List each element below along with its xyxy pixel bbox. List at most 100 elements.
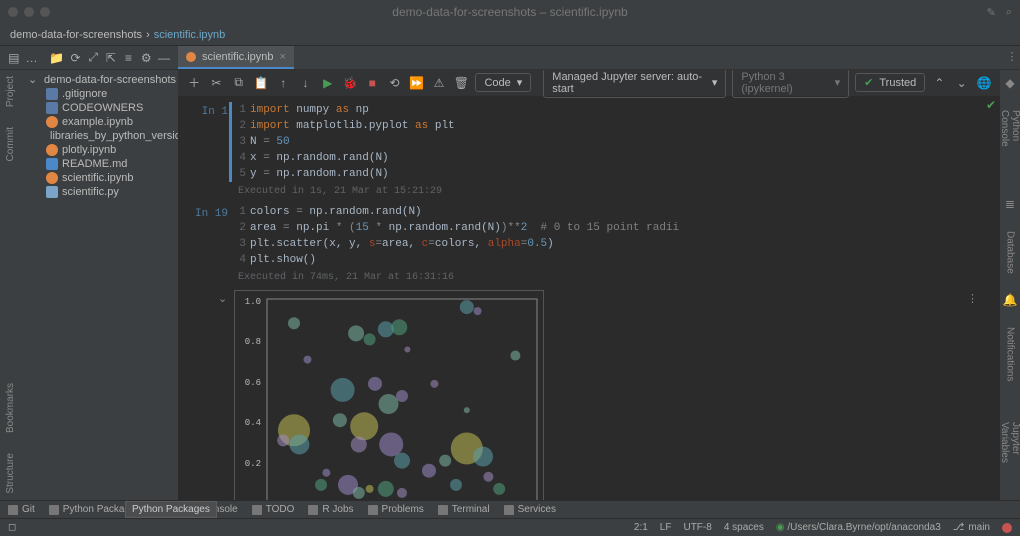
run-all-icon[interactable]: ⏩ — [409, 74, 425, 92]
collapse-output-icon[interactable]: ⌄ — [218, 292, 227, 308]
tool-project[interactable]: Project — [5, 76, 16, 107]
browser-icon[interactable]: 🌐 — [976, 74, 992, 92]
search-icon[interactable]: ⌕ — [1006, 6, 1012, 19]
tab-bar: ▤ … 📁 ⟳ ⤢ ⇱ ≡ ⚙ — scientific.ipynb × ⋮ — [0, 46, 1020, 70]
y-tick-label: 0.2 — [245, 456, 261, 472]
tree-item[interactable]: .gitignore — [20, 87, 178, 101]
close-tab-icon[interactable]: × — [280, 51, 286, 63]
cell-more-icon[interactable]: ⋮ — [967, 292, 978, 308]
code-cell[interactable]: In 191colors = np.random.rand(N)2area = … — [184, 204, 980, 286]
tool-python-console[interactable]: Python Console — [999, 110, 1020, 177]
file-icon — [46, 158, 58, 170]
tool-database[interactable]: Database — [1005, 231, 1016, 274]
status-indent[interactable]: 4 spaces — [724, 522, 764, 533]
show-options-icon[interactable]: ≡ — [123, 51, 135, 65]
chevron-down-icon: ▾ — [517, 76, 523, 89]
folder-icon[interactable]: 📁 — [50, 51, 64, 65]
add-cell-icon[interactable]: ＋ — [186, 74, 202, 92]
tw-r-jobs[interactable]: R Jobs — [308, 504, 353, 515]
inspection-ok-icon[interactable]: ✔ — [986, 98, 996, 112]
tw-todo[interactable]: TODO — [252, 504, 295, 515]
notifications-icon[interactable]: 🔔 — [1003, 293, 1018, 307]
settings-icon[interactable]: ⚙ — [140, 51, 152, 65]
status-git-branch[interactable]: ⎇main — [953, 522, 990, 533]
line-number: 4 — [234, 150, 250, 166]
tree-item[interactable]: libraries_by_python_version.csv — [20, 129, 178, 143]
status-caret-pos[interactable]: 2:1 — [634, 522, 648, 533]
tree-root[interactable]: ⌄ demo-data-for-screenshots ~/Data — [20, 72, 178, 87]
run-cell-icon[interactable]: ▶ — [320, 74, 336, 92]
expand-down-icon[interactable]: ⌄ — [954, 74, 970, 92]
minimize-window-icon[interactable] — [24, 7, 34, 17]
breadcrumb-project[interactable]: demo-data-for-screenshots — [10, 29, 142, 41]
file-icon — [46, 144, 58, 156]
status-interpreter[interactable]: ◉ /Users/Clara.Byrne/opt/anaconda3 — [776, 522, 941, 533]
tree-item[interactable]: CODEOWNERS — [20, 101, 178, 115]
cell-prompt: In 19 — [184, 204, 234, 286]
tool-window-quick-icon[interactable]: ◻ — [8, 522, 16, 533]
restart-icon[interactable]: ⟲ — [386, 74, 402, 92]
close-window-icon[interactable] — [8, 7, 18, 17]
status-encoding[interactable]: UTF-8 — [683, 522, 711, 533]
tw-services[interactable]: Services — [504, 504, 556, 515]
stop-icon[interactable]: ■ — [364, 74, 380, 92]
kernel-dropdown[interactable]: Python 3 (ipykernel)▾ — [732, 70, 849, 98]
jupyter-server-dropdown[interactable]: Managed Jupyter server: auto-start▾ — [543, 70, 726, 98]
window-controls[interactable] — [8, 7, 50, 17]
tree-item[interactable]: plotly.ipynb — [20, 143, 178, 157]
code-line[interactable]: plt.scatter(x, y, s=area, c=colors, alph… — [250, 236, 554, 252]
clear-output-icon[interactable]: ⚠ — [431, 74, 447, 92]
code-cell[interactable]: In 11import numpy as np2import matplotli… — [184, 102, 980, 200]
tool-notifications[interactable]: Notifications — [1005, 327, 1016, 381]
tree-item[interactable]: scientific.py — [20, 185, 178, 199]
tab-options-icon[interactable]: ⋮ — [1004, 46, 1020, 69]
tree-item[interactable]: README.md — [20, 157, 178, 171]
breadcrumb-file[interactable]: scientific.ipynb — [154, 29, 226, 41]
code-line[interactable]: x = np.random.rand(N) — [250, 150, 389, 166]
delete-icon[interactable]: 🗑 — [453, 74, 469, 92]
code-line[interactable]: N = 50 — [250, 134, 290, 150]
project-view-icon[interactable]: ▤ — [8, 51, 20, 65]
chevron-down-icon[interactable]: ⌄ — [28, 73, 36, 86]
tool-commit[interactable]: Commit — [5, 127, 16, 161]
hide-icon[interactable]: — — [158, 51, 170, 65]
dropdown-icon[interactable]: … — [26, 51, 38, 65]
paste-icon[interactable]: 📋 — [253, 74, 269, 92]
collapse-icon[interactable]: ⇱ — [105, 51, 117, 65]
cut-icon[interactable]: ✂ — [208, 74, 224, 92]
status-error-icon[interactable] — [1002, 523, 1012, 533]
refresh-icon[interactable]: ⟳ — [70, 51, 82, 65]
copy-icon[interactable]: ⧉ — [231, 74, 247, 92]
debug-cell-icon[interactable]: 🐞 — [342, 74, 358, 92]
move-down-icon[interactable]: ↓ — [297, 74, 313, 92]
tree-item[interactable]: scientific.ipynb — [20, 171, 178, 185]
trusted-toggle[interactable]: ✔ Trusted — [855, 73, 925, 92]
expand-up-icon[interactable]: ⌃ — [931, 74, 947, 92]
tool-structure[interactable]: Structure — [5, 453, 16, 494]
code-line[interactable]: plt.show() — [250, 252, 316, 268]
cell-type-dropdown[interactable]: Code▾ — [475, 73, 531, 92]
tool-bookmarks[interactable]: Bookmarks — [5, 383, 16, 433]
tool-jupyter-variables[interactable]: Jupyter Variables — [999, 422, 1020, 494]
code-line[interactable]: import numpy as np — [250, 102, 369, 118]
edit-icon[interactable]: ✎ — [987, 6, 996, 19]
editor-tab[interactable]: scientific.ipynb × — [178, 46, 294, 69]
code-line[interactable]: import matplotlib.pyplot as plt — [250, 118, 455, 134]
line-number: 2 — [234, 118, 250, 134]
code-line[interactable]: colors = np.random.rand(N) — [250, 204, 422, 220]
tw-problems[interactable]: Problems — [368, 504, 424, 515]
status-line-sep[interactable]: LF — [660, 522, 672, 533]
database-icon[interactable]: ≣ — [1005, 197, 1015, 211]
code-line[interactable]: y = np.random.rand(N) — [250, 166, 389, 182]
project-tree[interactable]: ⌄ demo-data-for-screenshots ~/Data .giti… — [20, 70, 178, 500]
tw-git[interactable]: Git — [8, 504, 35, 515]
tw-terminal[interactable]: Terminal — [438, 504, 490, 515]
move-up-icon[interactable]: ↑ — [275, 74, 291, 92]
maximize-window-icon[interactable] — [40, 7, 50, 17]
chevron-down-icon: ▾ — [712, 76, 718, 89]
y-tick-label: 1.0 — [245, 294, 261, 310]
python-console-icon[interactable]: ◆ — [1005, 76, 1014, 90]
code-line[interactable]: area = np.pi * (15 * np.random.rand(N))*… — [250, 220, 679, 236]
tree-item[interactable]: example.ipynb — [20, 115, 178, 129]
expand-icon[interactable]: ⤢ — [87, 51, 99, 65]
